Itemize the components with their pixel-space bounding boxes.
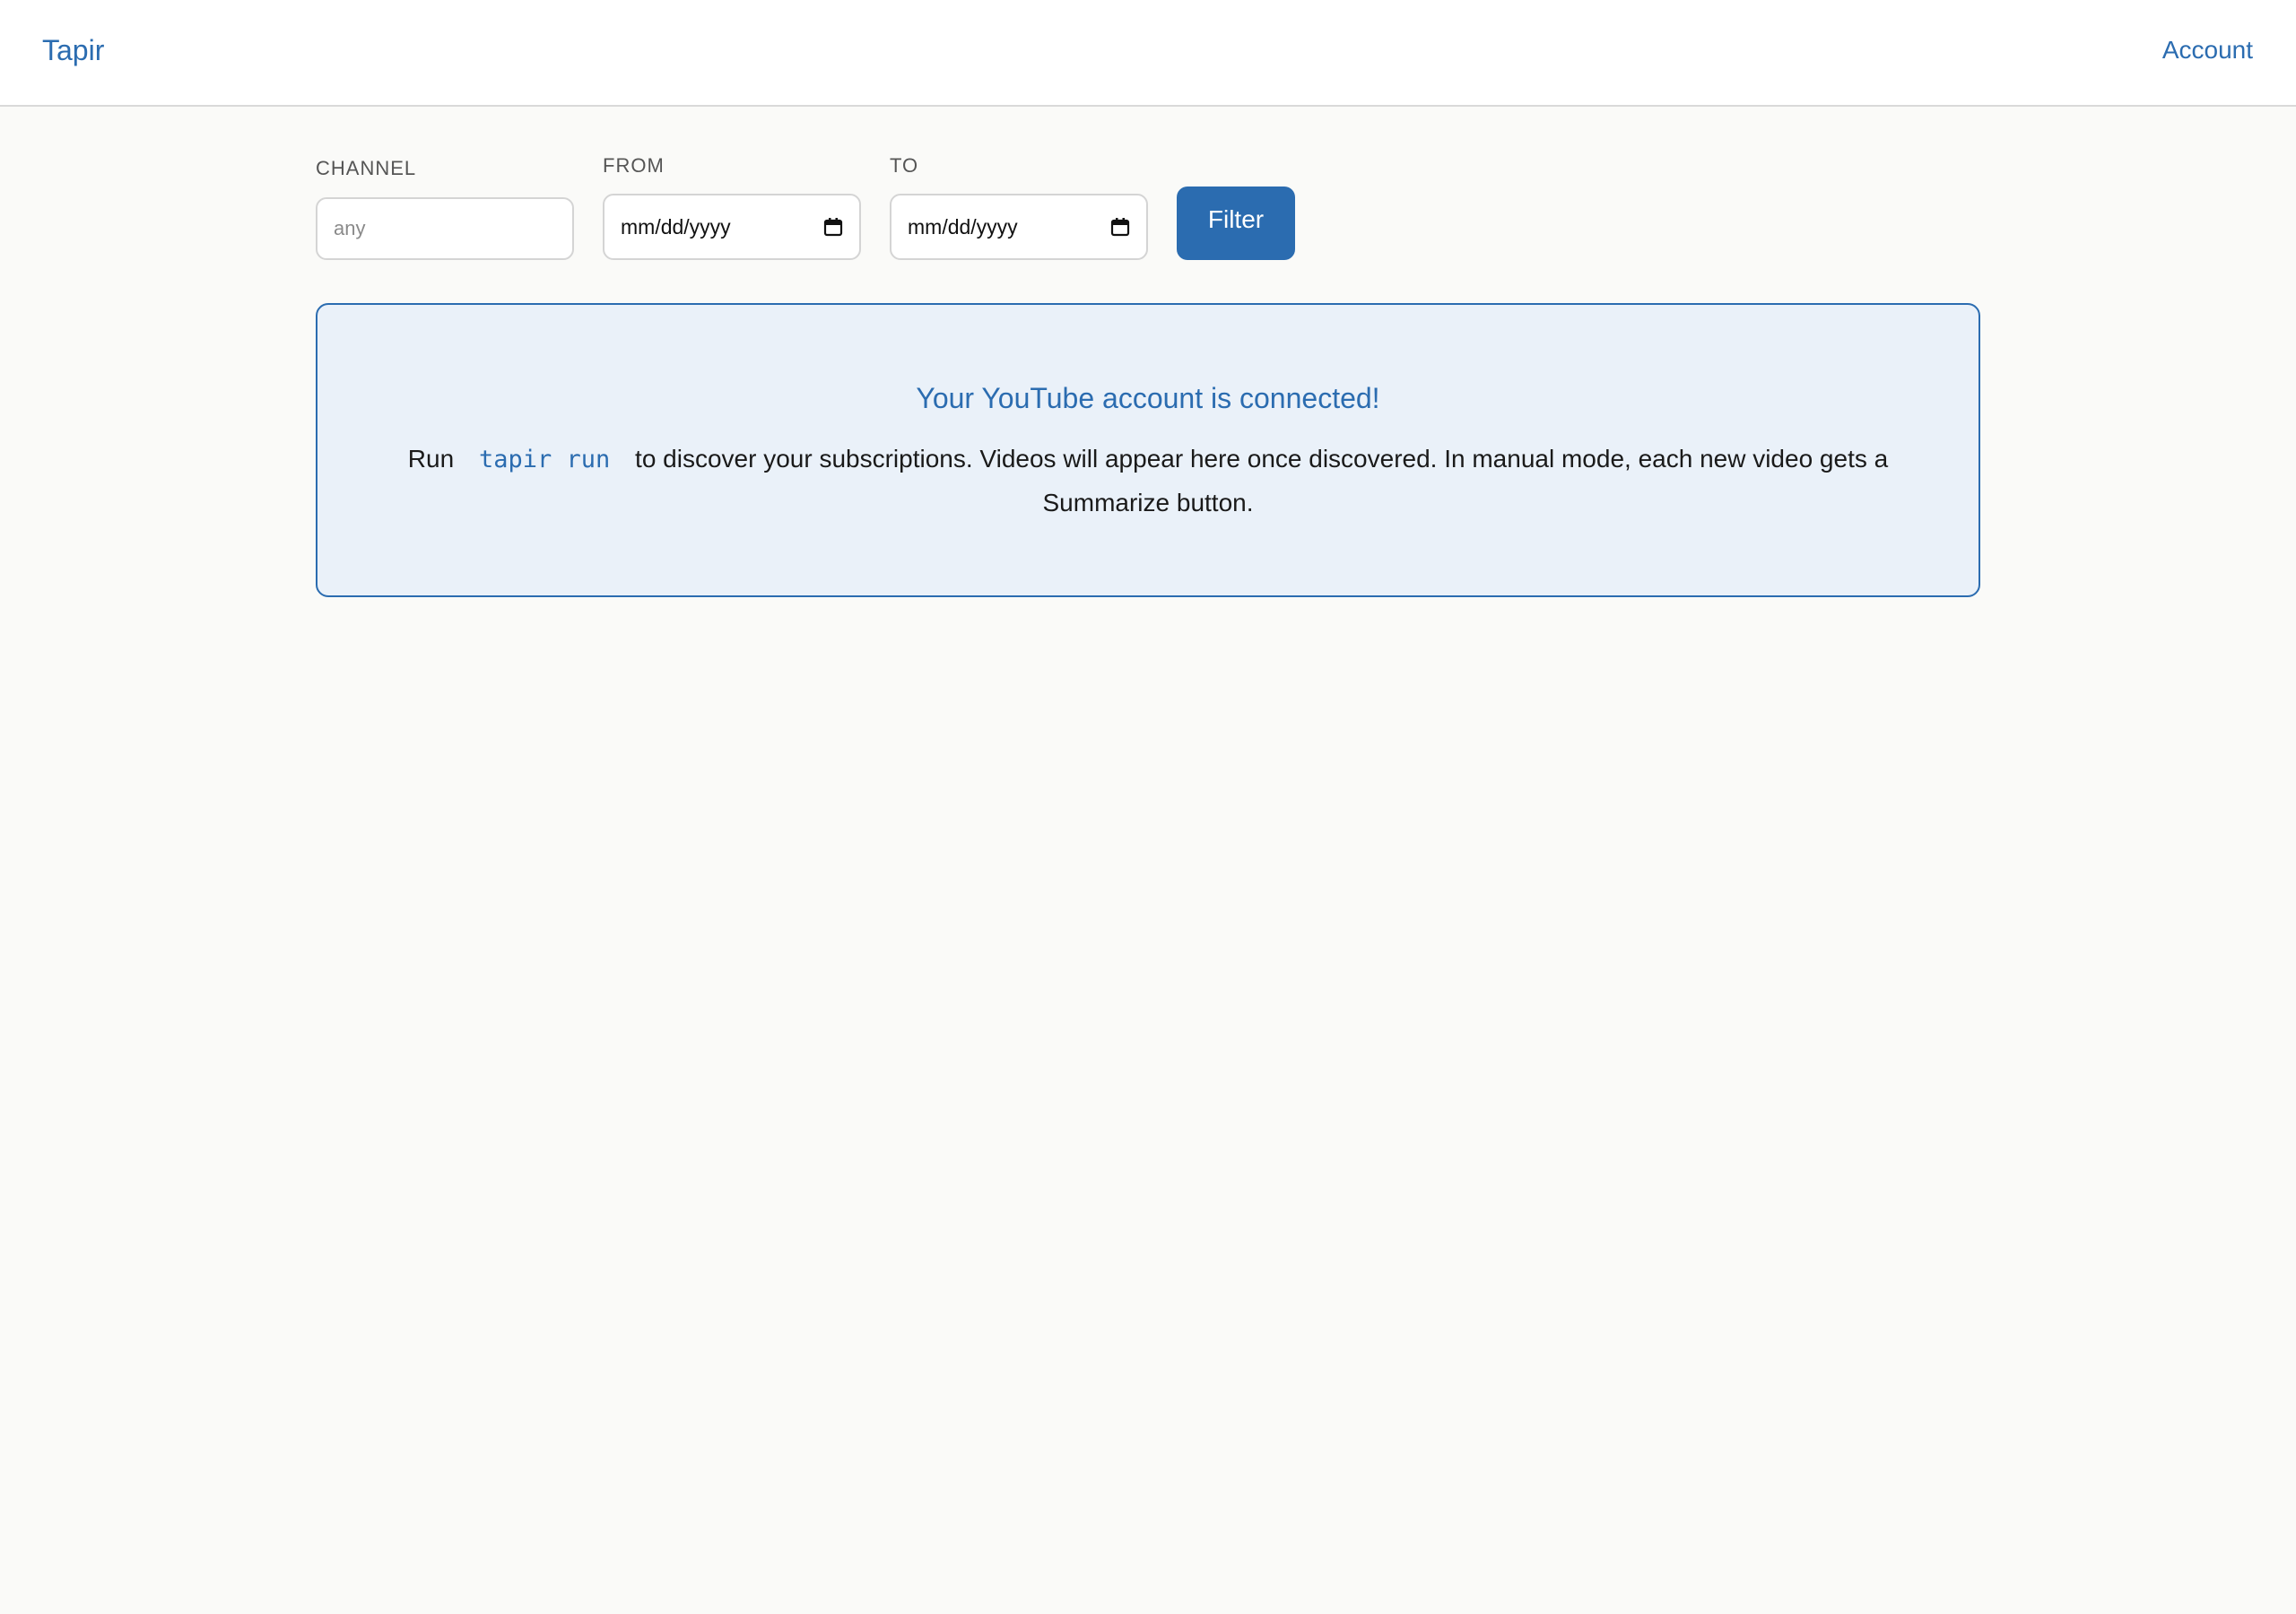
from-label: FROM	[603, 154, 665, 177]
to-label: TO	[890, 154, 919, 177]
calendar-icon[interactable]	[823, 217, 843, 237]
from-date-input[interactable]: mm/dd/yyyy	[603, 194, 861, 260]
account-link[interactable]: Account	[2162, 36, 2253, 65]
notice-body-suffix: to discover your subscriptions. Videos w…	[635, 445, 1889, 516]
to-date-value: mm/dd/yyyy	[908, 214, 1018, 239]
notice-body: Run tapir run to discover your subscript…	[380, 438, 1916, 525]
notice-body-prefix: Run	[407, 445, 455, 473]
top-nav-bar: Tapir Account	[0, 0, 2296, 107]
connected-notice: Your YouTube account is connected! Run t…	[316, 303, 1980, 597]
from-date-value: mm/dd/yyyy	[621, 214, 731, 239]
brand-link[interactable]: Tapir	[42, 34, 104, 67]
channel-input-box[interactable]	[316, 197, 574, 260]
notice-title: Your YouTube account is connected!	[916, 382, 1380, 414]
filter-form: CHANNEL FROM mm/dd/yyyy TO mm/dd/yyyy	[316, 152, 1980, 260]
calendar-icon[interactable]	[1110, 217, 1130, 237]
to-date-input[interactable]: mm/dd/yyyy	[890, 194, 1148, 260]
filter-button[interactable]: Filter	[1177, 187, 1295, 260]
command-code: tapir run	[478, 446, 611, 473]
channel-label: CHANNEL	[316, 157, 417, 179]
channel-input[interactable]	[334, 217, 556, 240]
